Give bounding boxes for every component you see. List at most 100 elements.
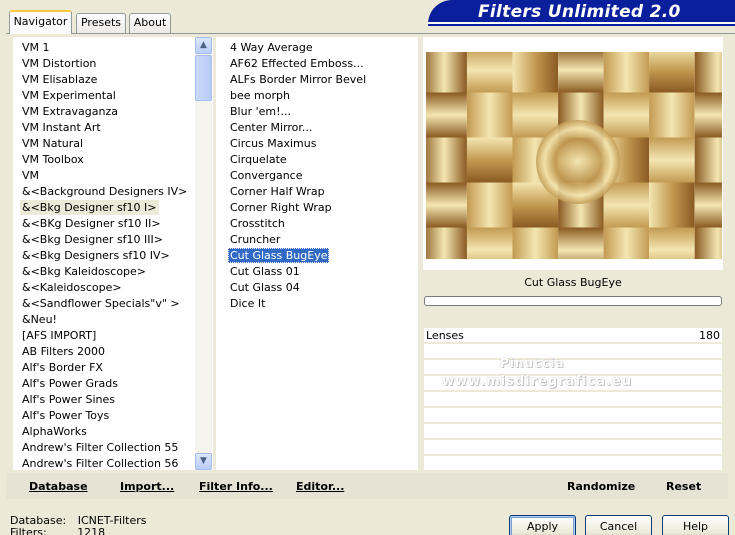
category-item[interactable]: Alf's Border FX	[20, 360, 105, 375]
category-item[interactable]: AB Filters 2000	[20, 344, 107, 359]
filter-item[interactable]: Cut Glass BugEye	[228, 248, 330, 263]
filter-item[interactable]: Crosstitch	[228, 216, 287, 231]
category-item[interactable]: AlphaWorks	[20, 424, 89, 439]
title-banner: Filters Unlimited 2.0	[428, 0, 735, 24]
filter-item[interactable]: Cirquelate	[228, 152, 289, 167]
glass-tile	[512, 227, 558, 259]
import-button[interactable]: Import...	[120, 480, 174, 493]
glass-tile	[426, 137, 467, 183]
scroll-up-button[interactable]: ▲	[195, 37, 212, 54]
reset-button[interactable]: Reset	[666, 480, 701, 493]
filter-list[interactable]: 4 Way Average AF62 Effected Emboss... ALFs…	[216, 37, 418, 470]
banner-title: Filters Unlimited 2.0	[478, 2, 681, 22]
tab-divider	[6, 33, 735, 34]
glass-tile	[649, 182, 695, 228]
glass-tile	[426, 92, 467, 138]
category-item[interactable]: Alf's Power Sines	[20, 392, 117, 407]
glass-tile	[649, 137, 695, 183]
category-item[interactable]: VM	[20, 168, 41, 183]
category-item[interactable]: VM Extravaganza	[20, 104, 120, 119]
category-item[interactable]: [AFS IMPORT]	[20, 328, 98, 343]
help-button[interactable]: Help	[662, 515, 729, 535]
filter-item[interactable]: Blur 'em!...	[228, 104, 293, 119]
category-item[interactable]: &Neu!	[20, 312, 59, 327]
glass-tile	[694, 52, 722, 93]
filter-item[interactable]: 4 Way Average	[228, 40, 315, 55]
param-row-lenses[interactable]: Lenses 180	[424, 328, 722, 343]
category-item[interactable]: &<Bkg Designers sf10 IV>	[20, 248, 172, 263]
glass-tile	[467, 137, 513, 183]
glass-tile	[467, 52, 513, 93]
category-item[interactable]: &<Background Designers IV>	[20, 184, 189, 199]
glass-tile	[649, 52, 695, 93]
status-filters: Filters: 1218	[10, 526, 105, 535]
category-item[interactable]: Alf's Power Grads	[20, 376, 120, 391]
category-item[interactable]: &<Kaleidoscope>	[20, 280, 124, 295]
glass-tile	[694, 227, 722, 259]
glass-tile	[694, 137, 722, 183]
glass-tile	[512, 52, 558, 93]
filter-item[interactable]: Corner Half Wrap	[228, 184, 327, 199]
category-item[interactable]: &<Sandflower Specials"v" >	[20, 296, 182, 311]
category-item[interactable]: Andrew's Filter Collection 56	[20, 456, 180, 470]
category-item[interactable]: VM Natural	[20, 136, 85, 151]
status-filters-label: Filters:	[10, 526, 47, 535]
glass-tile	[426, 52, 467, 93]
category-item[interactable]: &<BKg Designer sf10 II>	[20, 216, 163, 231]
category-item[interactable]: &<Bkg Designer sf10 I>	[20, 200, 159, 215]
tab-presets[interactable]: Presets	[76, 13, 126, 33]
category-item[interactable]: &<Bkg Kaleidoscope>	[20, 264, 148, 279]
scroll-thumb[interactable]	[195, 55, 212, 101]
param-row-empty	[424, 344, 722, 359]
glass-tile	[603, 52, 650, 93]
category-item[interactable]: Alf's Power Toys	[20, 408, 111, 423]
glass-tile	[426, 227, 467, 259]
bugeye-lens	[536, 120, 620, 204]
category-item[interactable]: VM Elisablaze	[20, 72, 99, 87]
apply-button[interactable]: Apply	[509, 515, 576, 535]
category-item[interactable]: VM Instant Art	[20, 120, 103, 135]
glass-tile	[603, 182, 650, 228]
progress-bar	[424, 296, 722, 306]
category-list[interactable]: VM 1 VM Distortion VM Elisablaze VM Experim…	[13, 37, 213, 470]
glass-tile	[558, 52, 604, 93]
tab-navigator[interactable]: Navigator	[9, 10, 72, 34]
category-item[interactable]: VM 1	[20, 40, 52, 55]
glass-tile	[467, 182, 513, 228]
category-item[interactable]: &<Bkg Designer sf10 III>	[20, 232, 165, 247]
filter-item[interactable]: Cruncher	[228, 232, 282, 247]
scroll-down-button[interactable]: ▼	[195, 453, 212, 470]
glass-tile	[603, 92, 650, 138]
editor-button[interactable]: Editor...	[296, 480, 344, 493]
filter-info-button[interactable]: Filter Info...	[199, 480, 273, 493]
glass-tile	[649, 92, 695, 138]
param-label: Lenses	[426, 329, 464, 342]
tab-about[interactable]: About	[129, 13, 171, 33]
preview-filter-name: Cut Glass BugEye	[524, 276, 622, 289]
filter-item[interactable]: Convergance	[228, 168, 305, 183]
param-row-empty	[424, 408, 722, 423]
glass-tile	[694, 92, 722, 138]
filter-item[interactable]: AF62 Effected Emboss...	[228, 56, 366, 71]
filter-item[interactable]: bee morph	[228, 88, 292, 103]
category-scrollbar[interactable]: ▲ ▼	[195, 37, 212, 470]
filter-item[interactable]: Center Mirror...	[228, 120, 314, 135]
preview-image	[426, 52, 722, 259]
filter-item[interactable]: Circus Maximus	[228, 136, 318, 151]
category-item[interactable]: VM Distortion	[20, 56, 98, 71]
param-row-empty	[424, 392, 722, 407]
filter-item[interactable]: Dice It	[228, 296, 267, 311]
category-item[interactable]: VM Toolbox	[20, 152, 86, 167]
category-item[interactable]: VM Experimental	[20, 88, 118, 103]
database-button[interactable]: Database	[29, 480, 88, 493]
filter-item[interactable]: ALFs Border Mirror Bevel	[228, 72, 368, 87]
filter-item[interactable]: Corner Right Wrap	[228, 200, 334, 215]
category-item[interactable]: Andrew's Filter Collection 55	[20, 440, 180, 455]
filter-item[interactable]: Cut Glass 01	[228, 264, 302, 279]
randomize-button[interactable]: Randomize	[567, 480, 635, 493]
bottom-toolbar: Database Import... Filter Info... Editor…	[6, 473, 728, 499]
filter-item[interactable]: Cut Glass 04	[228, 280, 302, 295]
cancel-button[interactable]: Cancel	[585, 515, 652, 535]
watermark-line2: www.misdiregrafica.eu	[442, 374, 632, 389]
param-row-empty	[424, 360, 722, 375]
